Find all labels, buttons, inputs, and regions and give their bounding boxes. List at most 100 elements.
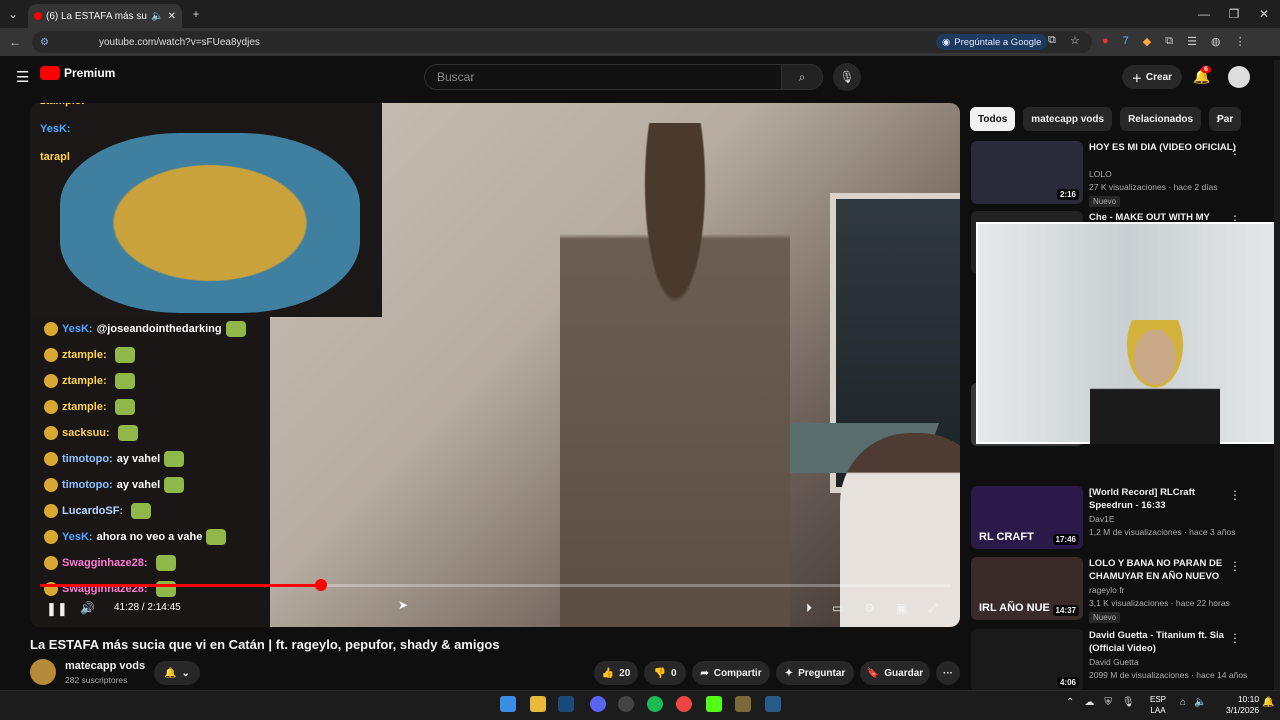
recommendation-thumbnail[interactable]: 2:16 <box>971 141 1083 204</box>
hamburger-menu-icon[interactable]: ☰ <box>16 68 29 86</box>
recommendation-item[interactable]: IRL AÑO NUE 14:37 LOLO Y BANA NO PARAN DE … <box>971 557 1271 623</box>
recommendation-item[interactable]: RL CRAFT 17:46 [World Record] RLCraft Spee… <box>971 486 1271 552</box>
obs-icon[interactable] <box>618 696 634 712</box>
extension-fox-icon[interactable]: ◆ <box>1143 35 1151 51</box>
chat-badge-icon <box>44 556 58 570</box>
spotify-icon[interactable] <box>647 696 663 712</box>
settings-gear-icon[interactable]: ⚙ <box>864 601 875 615</box>
extension-seven-icon[interactable]: 7 <box>1123 35 1129 51</box>
subscription-bell-button[interactable]: 🔔 ⌄ <box>154 661 200 685</box>
taskbar-clock[interactable]: 10:10 3/1/2026 <box>1226 694 1259 716</box>
create-button[interactable]: ＋ Crear <box>1122 65 1182 89</box>
like-button[interactable]: 👍 20 <box>594 661 638 685</box>
webcam-streamer <box>1090 320 1220 444</box>
chat-username: ztample: <box>62 375 107 387</box>
profile-avatar-icon[interactable]: ◍ <box>1211 35 1221 51</box>
install-icon[interactable]: ⧉ <box>1048 34 1056 47</box>
system-tray: ⌃ ☁ ⛨ 🎙 <box>1066 697 1135 708</box>
speaker-icon[interactable]: 🔈 <box>1194 697 1206 708</box>
recommendation-thumbnail[interactable]: 4:06 <box>971 629 1083 692</box>
language-indicator[interactable]: ESP LAA <box>1150 694 1166 716</box>
new-tab-button[interactable]: + <box>188 6 204 22</box>
chips-next-chevron-icon[interactable]: › <box>1216 112 1220 126</box>
kick-icon[interactable] <box>706 696 722 712</box>
chat-emote-icon <box>206 529 227 545</box>
page-scrollbar[interactable] <box>1274 60 1280 690</box>
tray-mic-icon[interactable]: 🎙 <box>1122 697 1135 708</box>
network-icon[interactable]: ⌂ <box>1180 697 1186 708</box>
steam-secondary-icon[interactable] <box>765 696 781 712</box>
chrome-icon[interactable] <box>676 696 692 712</box>
tab-search-chevron-icon[interactable]: ⌄ <box>4 5 22 23</box>
volume-icon[interactable]: 🔊 <box>80 601 95 615</box>
voice-search-button[interactable]: 🎙 <box>833 63 861 91</box>
discord-icon[interactable] <box>590 696 606 712</box>
bookmark-icon: 🔖 <box>866 667 880 679</box>
browser-tab[interactable]: (6) La ESTAFA más sucia 🔈 ✕ <box>28 4 182 28</box>
search-input[interactable]: Buscar <box>424 64 782 90</box>
url-field[interactable]: ⚙ youtube.com/watch?v=sFUea8ydjes ◉ Preg… <box>32 31 1092 53</box>
minecraft-icon[interactable] <box>735 696 751 712</box>
chat-badge-icon <box>44 530 58 544</box>
recommendation-channel[interactable]: David Guetta <box>1089 657 1139 667</box>
fullscreen-icon[interactable]: ⤢ <box>928 601 938 616</box>
recommendation-title[interactable]: HOY ES MI DIA (VIDEO OFICIAL) <box>1089 141 1239 154</box>
thumbnail-text: RL CRAFT <box>979 531 1034 543</box>
video-player[interactable]: ztample:YesK:tarapl YesK:@joseandointhed… <box>30 103 960 627</box>
restore-icon[interactable]: ❐ <box>1226 6 1242 22</box>
steam-icon[interactable] <box>558 696 574 712</box>
browser-menu-icon[interactable]: ⋮ <box>1235 35 1246 51</box>
channel-name[interactable]: matecapp vods <box>65 660 145 672</box>
notification-center-icon[interactable]: 🔔 <box>1262 697 1274 708</box>
filter-chip[interactable]: matecapp vods <box>1023 107 1113 131</box>
recommendation-channel[interactable]: rageylo fr <box>1089 585 1124 595</box>
file-explorer-icon[interactable] <box>530 696 546 712</box>
back-arrow-icon[interactable]: ← <box>8 34 22 50</box>
progress-bar[interactable] <box>40 584 950 587</box>
filter-chip[interactable]: Relacionados <box>1120 107 1202 131</box>
pause-icon[interactable]: ❚❚ <box>46 601 68 617</box>
save-button[interactable]: 🔖 Guardar <box>860 661 930 685</box>
recommendation-channel[interactable]: Dav1E <box>1089 514 1115 524</box>
tab-mute-icon[interactable]: 🔈 <box>151 11 163 22</box>
subtitles-icon[interactable]: ▭ <box>832 601 843 615</box>
filter-chip[interactable]: Par <box>1209 107 1242 131</box>
recommendation-title[interactable]: LOLO Y BANA NO PARAN DE CHAMUYAR EN AÑO … <box>1089 557 1239 583</box>
autoplay-toggle-icon[interactable]: ⏵ <box>806 601 812 616</box>
channel-avatar[interactable] <box>30 659 56 685</box>
search-button[interactable]: ⌕ <box>781 64 823 90</box>
more-options-icon[interactable]: ⋮ <box>1229 143 1241 157</box>
theater-mode-icon[interactable]: ▣ <box>896 601 907 615</box>
extension-red-icon[interactable]: ● <box>1102 35 1109 51</box>
overlay-username: ztample: <box>40 103 85 107</box>
tray-chevron-icon[interactable]: ⌃ <box>1066 697 1074 708</box>
minimize-icon[interactable]: — <box>1196 6 1212 22</box>
more-actions-button[interactable]: ··· <box>936 661 960 685</box>
account-avatar[interactable] <box>1228 66 1250 88</box>
recommendation-item[interactable]: 4:06 David Guetta - Titanium ft. Sia (Off… <box>971 629 1271 695</box>
recommendation-channel[interactable]: LOLO <box>1089 169 1112 179</box>
site-info-icon[interactable]: ⚙ <box>40 37 49 48</box>
close-window-icon[interactable]: ✕ <box>1256 6 1272 22</box>
recommendation-thumbnail[interactable]: IRL AÑO NUE 14:37 <box>971 557 1083 620</box>
share-button[interactable]: ➦ Compartir <box>692 661 770 685</box>
recommendation-title[interactable]: David Guetta - Titanium ft. Sia (Officia… <box>1089 629 1239 655</box>
tray-cloud-icon[interactable]: ☁ <box>1084 697 1094 708</box>
recommendation-title[interactable]: [World Record] RLCraft Speedrun - 16:33 <box>1089 486 1239 512</box>
extensions-puzzle-icon[interactable]: ⧉ <box>1165 35 1173 51</box>
tab-close-icon[interactable]: ✕ <box>168 11 176 22</box>
recommendation-item[interactable]: 2:16 HOY ES MI DIA (VIDEO OFICIAL) LOLO 27 … <box>971 141 1271 207</box>
tray-shield-icon[interactable]: ⛨ <box>1104 697 1112 708</box>
more-options-icon[interactable]: ⋮ <box>1229 559 1241 573</box>
more-options-icon[interactable]: ⋮ <box>1229 488 1241 502</box>
youtube-logo[interactable]: Premium <box>40 66 115 80</box>
windows-start-icon[interactable] <box>500 696 516 712</box>
filter-chip[interactable]: Todos <box>970 107 1016 131</box>
ask-button[interactable]: ✦ Preguntar <box>776 661 854 685</box>
dislike-button[interactable]: 👎 0 <box>644 661 686 685</box>
ask-google-button[interactable]: ◉ Pregúntale a Google <box>936 34 1048 50</box>
bookmark-star-icon[interactable]: ☆ <box>1070 34 1080 47</box>
more-options-icon[interactable]: ⋮ <box>1229 631 1241 645</box>
recommendation-thumbnail[interactable]: RL CRAFT 17:46 <box>971 486 1083 549</box>
reading-list-icon[interactable]: ☰ <box>1187 35 1197 51</box>
